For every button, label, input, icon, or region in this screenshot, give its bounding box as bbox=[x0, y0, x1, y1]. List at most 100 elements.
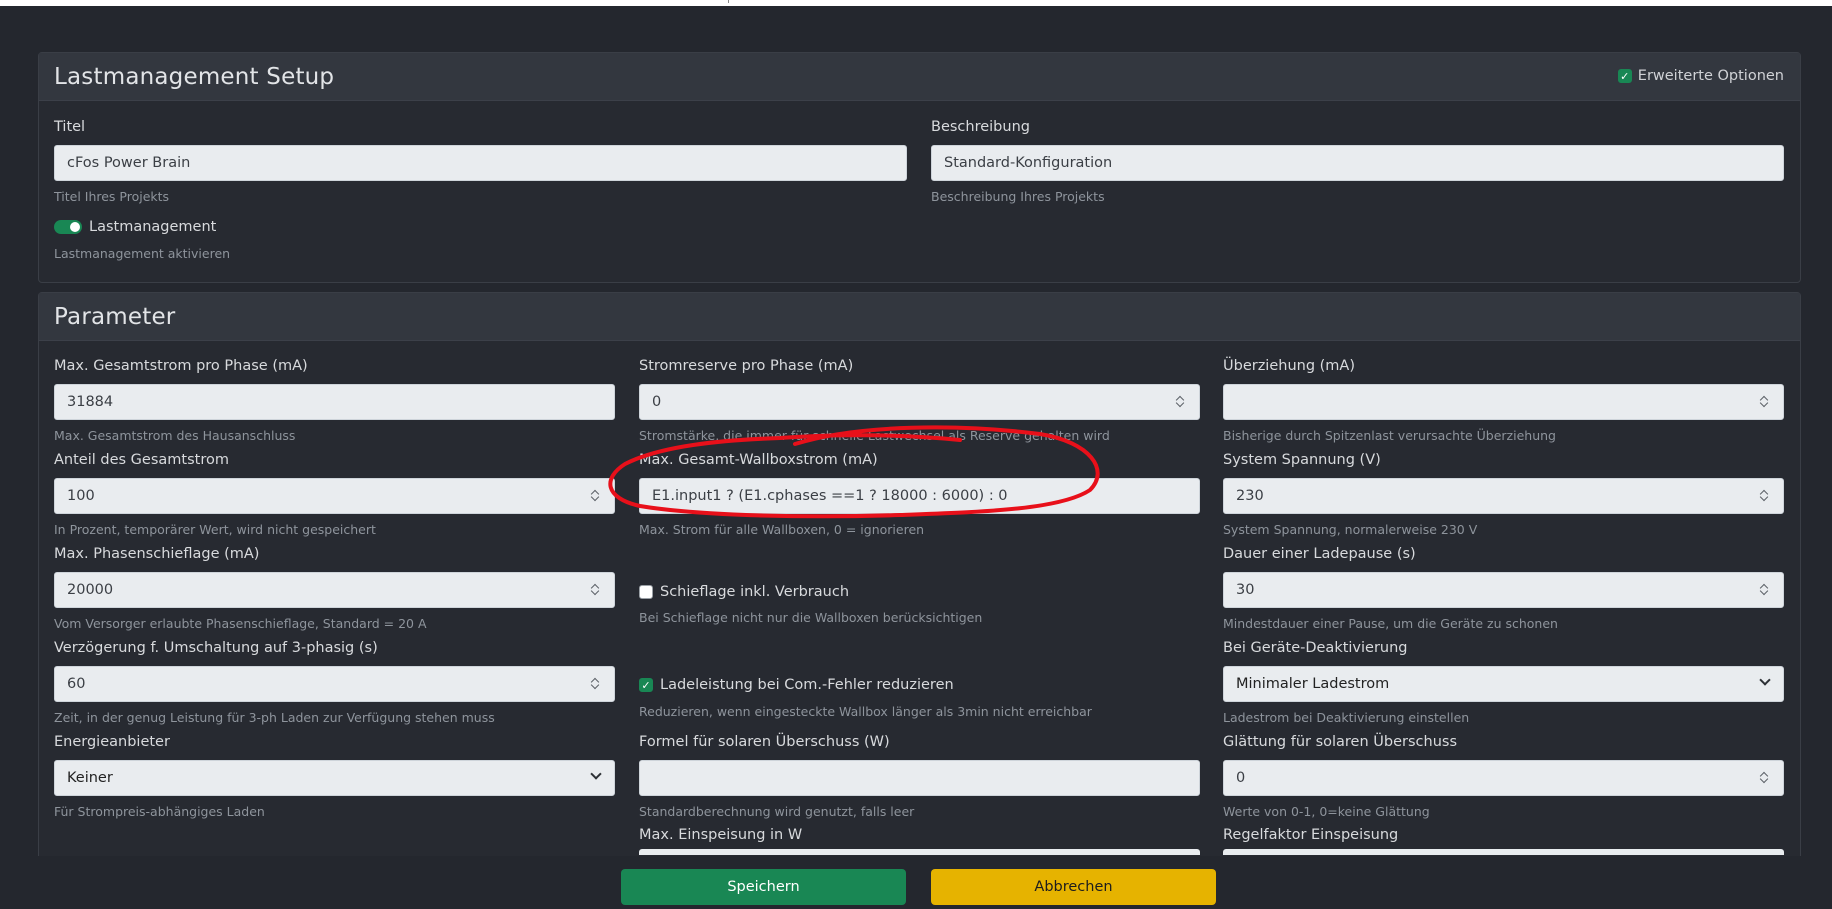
regelfaktor-input[interactable] bbox=[1223, 849, 1784, 855]
phasenschieflage-help: Vom Versorger erlaubte Phasenschieflage,… bbox=[54, 616, 427, 631]
title-label: Titel bbox=[54, 119, 86, 135]
max-gesamtstrom-label: Max. Gesamtstrom pro Phase (mA) bbox=[54, 358, 308, 374]
spannung-field: System Spannung (V) 230 System Spannung,… bbox=[1223, 450, 1784, 537]
ladepause-field: Dauer einer Ladepause (s) 30 Mindestdaue… bbox=[1223, 544, 1784, 631]
verzoegerung-value: 60 bbox=[67, 676, 86, 692]
description-help: Beschreibung Ihres Projekts bbox=[931, 189, 1105, 204]
checkbox-checked-icon[interactable]: ✓ bbox=[1617, 69, 1632, 83]
ueberziehung-label: Überziehung (mA) bbox=[1223, 358, 1356, 374]
spinner-arrows-icon[interactable] bbox=[591, 582, 601, 598]
einspeisung-label: Max. Einspeisung in W bbox=[639, 827, 803, 843]
einspeisung-input[interactable] bbox=[639, 849, 1200, 855]
verzoegerung-input[interactable]: 60 bbox=[54, 666, 615, 702]
max-wallboxstrom-help: Max. Strom für alle Wallboxen, 0 = ignor… bbox=[639, 522, 925, 537]
com-fehler-label: Ladeleistung bei Com.-Fehler reduzieren bbox=[660, 677, 954, 693]
spinner-arrows-icon[interactable] bbox=[591, 488, 601, 504]
chevron-down-icon[interactable] bbox=[1759, 674, 1771, 686]
glaettung-help: Werte von 0-1, 0=keine Glättung bbox=[1223, 804, 1430, 819]
title-help: Titel Ihres Projekts bbox=[54, 189, 170, 204]
verzoegerung-field: Verzögerung f. Umschaltung auf 3-phasig … bbox=[54, 638, 615, 725]
max-wallboxstrom-field: Max. Gesamt-Wallboxstrom (mA) E1.input1 … bbox=[639, 450, 1200, 537]
ladepause-help: Mindestdauer einer Pause, um die Geräte … bbox=[1223, 616, 1558, 631]
schieflage-verbrauch-checkbox[interactable]: Schieflage inkl. Verbrauch bbox=[639, 584, 849, 600]
max-gesamtstrom-input[interactable]: 31884 bbox=[54, 384, 615, 420]
cancel-button[interactable]: Abbrechen bbox=[931, 869, 1216, 905]
setup-card-header: Lastmanagement Setup ✓ Erweiterte Option… bbox=[39, 53, 1800, 101]
top-edge-bar bbox=[0, 0, 1832, 6]
spannung-input[interactable]: 230 bbox=[1223, 478, 1784, 514]
stromreserve-label: Stromreserve pro Phase (mA) bbox=[639, 358, 854, 374]
energieanbieter-help: Für Strompreis-abhängiges Laden bbox=[54, 804, 265, 819]
stromreserve-input[interactable]: 0 bbox=[639, 384, 1200, 420]
glaettung-input[interactable]: 0 bbox=[1223, 760, 1784, 796]
ladepause-label: Dauer einer Ladepause (s) bbox=[1223, 546, 1416, 562]
chevron-down-icon[interactable] bbox=[590, 768, 602, 780]
description-label: Beschreibung bbox=[931, 119, 1030, 135]
spinner-arrows-icon[interactable] bbox=[591, 676, 601, 692]
deaktivierung-value: Minimaler Ladestrom bbox=[1236, 676, 1390, 692]
spinner-arrows-icon[interactable] bbox=[1176, 394, 1186, 410]
formel-solar-field: Formel für solaren Überschuss (W) Standa… bbox=[639, 732, 1200, 819]
max-wallboxstrom-input[interactable]: E1.input1 ? (E1.cphases ==1 ? 18000 : 60… bbox=[639, 478, 1200, 514]
formel-solar-input[interactable] bbox=[639, 760, 1200, 796]
formel-solar-label: Formel für solaren Überschuss (W) bbox=[639, 734, 890, 750]
phasenschieflage-input[interactable]: 20000 bbox=[54, 572, 615, 608]
anteil-field: Anteil des Gesamtstrom 100 In Prozent, t… bbox=[54, 450, 615, 537]
save-button[interactable]: Speichern bbox=[621, 869, 906, 905]
phasenschieflage-label: Max. Phasenschieflage (mA) bbox=[54, 546, 260, 562]
lastmanagement-help: Lastmanagement aktivieren bbox=[54, 246, 231, 261]
anteil-help: In Prozent, temporärer Wert, wird nicht … bbox=[54, 522, 376, 537]
ueberziehung-input[interactable] bbox=[1223, 384, 1784, 420]
spinner-arrows-icon[interactable] bbox=[1760, 770, 1770, 786]
toggle-on-icon[interactable] bbox=[54, 220, 82, 234]
verzoegerung-help: Zeit, in der genug Leistung für 3-ph Lad… bbox=[54, 710, 495, 725]
glaettung-value: 0 bbox=[1236, 770, 1246, 786]
regelfaktor-label: Regelfaktor Einspeisung bbox=[1223, 827, 1399, 843]
max-gesamtstrom-field: Max. Gesamtstrom pro Phase (mA) 31884 Ma… bbox=[54, 356, 615, 443]
energieanbieter-select[interactable]: Keiner bbox=[54, 760, 615, 796]
spinner-arrows-icon[interactable] bbox=[1760, 488, 1770, 504]
anteil-label: Anteil des Gesamtstrom bbox=[54, 452, 229, 468]
ueberziehung-field: Überziehung (mA) Bisherige durch Spitzen… bbox=[1223, 356, 1784, 443]
title-input[interactable]: cFos Power Brain bbox=[54, 145, 907, 181]
description-field: Beschreibung Standard-Konfiguration Besc… bbox=[931, 117, 1784, 204]
spinner-arrows-icon[interactable] bbox=[1760, 582, 1770, 598]
max-wallboxstrom-label: Max. Gesamt-Wallboxstrom (mA) bbox=[639, 452, 878, 468]
footer-bar bbox=[0, 856, 1832, 909]
lastmanagement-switch[interactable]: Lastmanagement bbox=[54, 219, 216, 235]
energieanbieter-label: Energieanbieter bbox=[54, 734, 170, 750]
com-fehler-checkbox[interactable]: ✓ Ladeleistung bei Com.-Fehler reduziere… bbox=[639, 677, 954, 693]
top-edge-tick bbox=[728, 0, 729, 3]
anteil-input[interactable]: 100 bbox=[54, 478, 615, 514]
checkbox-checked-icon[interactable]: ✓ bbox=[639, 678, 653, 692]
spinner-arrows-icon[interactable] bbox=[1760, 394, 1770, 410]
setup-card-title: Lastmanagement Setup bbox=[54, 63, 335, 90]
parameter-card-header: Parameter bbox=[39, 293, 1800, 341]
description-input[interactable]: Standard-Konfiguration bbox=[931, 145, 1784, 181]
ladepause-value: 30 bbox=[1236, 582, 1255, 598]
stromreserve-help: Stromstärke, die immer für schnelle Last… bbox=[639, 428, 1110, 443]
phasenschieflage-field: Max. Phasenschieflage (mA) 20000 Vom Ver… bbox=[54, 544, 615, 631]
deaktivierung-select[interactable]: Minimaler Ladestrom bbox=[1223, 666, 1784, 702]
formel-solar-help: Standardberechnung wird genutzt, falls l… bbox=[639, 804, 915, 819]
ladepause-input[interactable]: 30 bbox=[1223, 572, 1784, 608]
anteil-value: 100 bbox=[67, 488, 95, 504]
schieflage-verbrauch-help: Bei Schieflage nicht nur die Wallboxen b… bbox=[639, 610, 983, 625]
spannung-label: System Spannung (V) bbox=[1223, 452, 1381, 468]
spannung-help: System Spannung, normalerweise 230 V bbox=[1223, 522, 1478, 537]
advanced-options-label: Erweiterte Optionen bbox=[1637, 68, 1784, 84]
spannung-value: 230 bbox=[1236, 488, 1264, 504]
deaktivierung-label: Bei Geräte-Deaktivierung bbox=[1223, 640, 1408, 656]
glaettung-label: Glättung für solaren Überschuss bbox=[1223, 734, 1457, 750]
energieanbieter-value: Keiner bbox=[67, 770, 113, 786]
title-field: Titel cFos Power Brain Titel Ihres Proje… bbox=[54, 117, 907, 204]
stromreserve-value: 0 bbox=[652, 394, 662, 410]
deaktivierung-help: Ladestrom bei Deaktivierung einstellen bbox=[1223, 710, 1470, 725]
deaktivierung-field: Bei Geräte-Deaktivierung Minimaler Lades… bbox=[1223, 638, 1784, 725]
advanced-options-toggle[interactable]: ✓ Erweiterte Optionen bbox=[1617, 68, 1784, 84]
parameter-card-title: Parameter bbox=[54, 303, 176, 330]
stromreserve-field: Stromreserve pro Phase (mA) 0 Stromstärk… bbox=[639, 356, 1200, 443]
checkbox-unchecked-icon[interactable] bbox=[639, 585, 653, 599]
verzoegerung-label: Verzögerung f. Umschaltung auf 3-phasig … bbox=[54, 640, 378, 656]
com-fehler-help: Reduzieren, wenn eingesteckte Wallbox lä… bbox=[639, 704, 1092, 719]
